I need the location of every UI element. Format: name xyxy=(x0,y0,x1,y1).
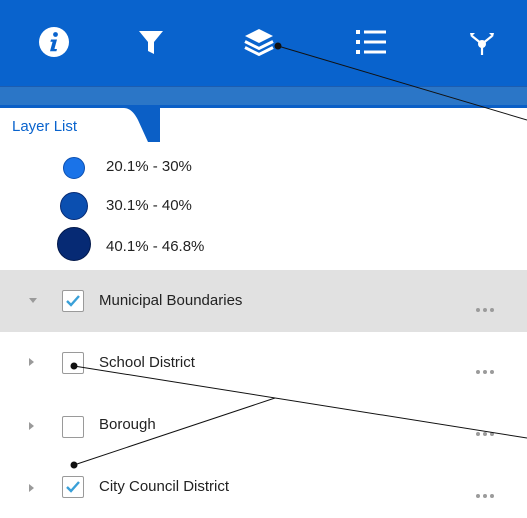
legend-swatch xyxy=(57,227,91,261)
layer-row-borough[interactable]: Borough xyxy=(0,394,527,456)
more-options-icon[interactable] xyxy=(476,367,504,377)
legend-item: 20.1% - 30% xyxy=(0,149,527,185)
layer-checkbox[interactable] xyxy=(62,416,84,438)
layer-label: Borough xyxy=(99,416,156,433)
info-button[interactable] xyxy=(28,18,80,70)
layers-button[interactable] xyxy=(233,18,285,70)
legend-label: 20.1% - 30% xyxy=(106,158,192,175)
layers-icon xyxy=(242,26,276,63)
filter-icon xyxy=(137,27,165,62)
list-icon xyxy=(354,26,388,63)
more-options-icon[interactable] xyxy=(476,305,504,315)
expand-caret-icon[interactable] xyxy=(29,358,34,366)
filter-button[interactable] xyxy=(125,18,177,70)
top-toolbar xyxy=(0,0,527,86)
layer-row-school-district[interactable]: School District xyxy=(0,332,527,394)
share-icon xyxy=(467,27,497,62)
layer-checkbox[interactable] xyxy=(62,290,84,312)
legend-item: 30.1% - 40% xyxy=(0,188,527,224)
tab-label: Layer List xyxy=(12,118,78,135)
layer-label: School District xyxy=(99,354,195,371)
expand-caret-icon[interactable] xyxy=(29,484,34,492)
layer-label: Municipal Boundaries xyxy=(99,292,243,309)
layer-checkbox[interactable] xyxy=(62,352,84,374)
legend-list-button[interactable] xyxy=(345,18,397,70)
collapse-caret-icon[interactable] xyxy=(29,298,37,303)
more-options-icon[interactable] xyxy=(476,491,504,501)
layer-checkbox[interactable] xyxy=(62,476,84,498)
layer-row-city-council-district[interactable]: City Council District xyxy=(0,456,527,518)
more-options-icon[interactable] xyxy=(476,429,504,439)
legend-swatch xyxy=(60,192,88,220)
legend-label: 40.1% - 46.8% xyxy=(106,238,205,255)
panel-title-bar xyxy=(0,86,527,106)
legend-label: 30.1% - 40% xyxy=(106,197,192,214)
expand-caret-icon[interactable] xyxy=(29,422,34,430)
layer-row-municipal-boundaries[interactable]: Municipal Boundaries xyxy=(0,270,527,332)
legend-item: 40.1% - 46.8% xyxy=(0,226,527,262)
info-icon xyxy=(37,25,71,64)
share-button[interactable] xyxy=(456,18,508,70)
layer-label: City Council District xyxy=(99,478,230,495)
legend-swatch xyxy=(63,157,85,179)
